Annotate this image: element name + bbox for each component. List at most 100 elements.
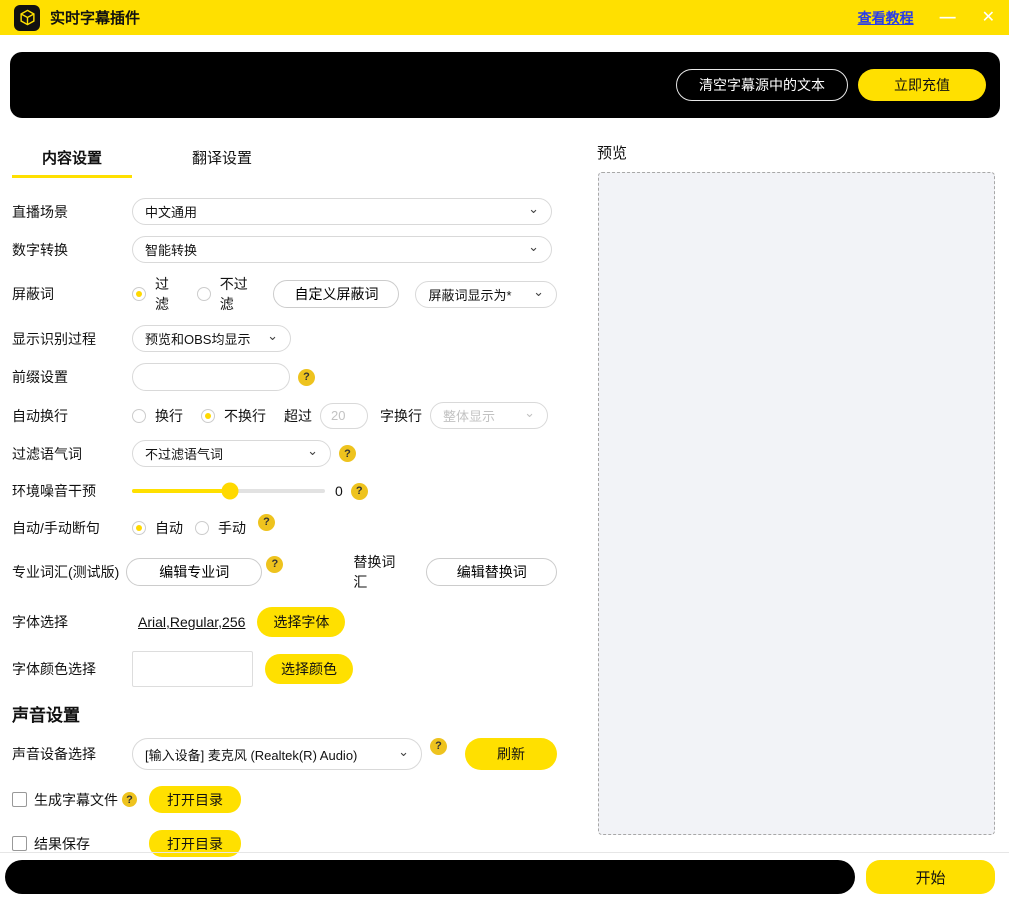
noise-slider-thumb[interactable] <box>222 483 239 500</box>
number-convert-label: 数字转换 <box>12 240 132 260</box>
font-color-label: 字体颜色选择 <box>12 659 132 679</box>
help-icon[interactable]: ? <box>430 738 447 755</box>
custom-blocked-words-button[interactable]: 自定义屏蔽词 <box>273 280 399 308</box>
wrap-suffix-text: 字换行 <box>380 406 422 426</box>
row-live-scene: 直播场景 中文通用 ⌄ <box>12 198 557 225</box>
blocked-words-nofilter-radio[interactable] <box>197 287 211 301</box>
footer-divider <box>0 852 1009 853</box>
chevron-down-icon: ⌄ <box>398 745 409 758</box>
wrap-label: 换行 <box>155 406 183 426</box>
refresh-button[interactable]: 刷新 <box>465 738 557 770</box>
blocked-words-nofilter-label: 不过滤 <box>220 274 256 314</box>
noise-slider[interactable] <box>132 489 325 493</box>
blocked-words-label: 屏蔽词 <box>12 284 132 304</box>
no-wrap-radio[interactable] <box>201 409 215 423</box>
open-subtitle-dir-button[interactable]: 打开目录 <box>149 786 241 813</box>
edit-pro-words-button[interactable]: 编辑专业词 <box>126 558 262 586</box>
result-save-label: 结果保存 <box>34 834 90 854</box>
replace-words-label: 替换词汇 <box>353 552 408 592</box>
prefix-input[interactable] <box>132 363 290 391</box>
result-save-checkbox[interactable] <box>12 836 27 851</box>
blocked-words-filter-radio[interactable] <box>132 287 146 301</box>
row-number-convert: 数字转换 智能转换 ⌄ <box>12 236 557 263</box>
live-scene-label: 直播场景 <box>12 202 132 222</box>
help-icon[interactable]: ? <box>339 445 356 462</box>
noise-slider-fill <box>132 489 230 493</box>
preview-area <box>598 172 995 835</box>
choose-color-button[interactable]: 选择颜色 <box>265 654 353 684</box>
app-title: 实时字幕插件 <box>50 7 140 28</box>
sentence-mode-label: 自动/手动断句 <box>12 518 132 538</box>
filter-modal-select[interactable]: 不过滤语气词 ⌄ <box>132 440 331 467</box>
font-label: 字体选择 <box>12 612 132 632</box>
close-icon[interactable]: ✕ <box>982 10 995 26</box>
chevron-down-icon: ⌄ <box>528 240 539 253</box>
show-process-select[interactable]: 预览和OBS均显示 ⌄ <box>132 325 291 352</box>
titlebar: 实时字幕插件 查看教程 — ✕ <box>0 0 1009 35</box>
help-icon[interactable]: ? <box>258 514 275 531</box>
current-font-link[interactable]: Arial,Regular,256 <box>138 614 245 630</box>
tab-content-settings[interactable]: 内容设置 <box>12 141 132 178</box>
display-mode-select[interactable]: 整体显示 ⌄ <box>430 402 548 429</box>
chevron-down-icon: ⌄ <box>267 329 278 342</box>
settings-tabs: 内容设置 翻译设置 <box>12 141 557 178</box>
row-sound-device: 声音设备选择 [输入设备] 麦克风 (Realtek(R) Audio) ⌄ ?… <box>12 738 557 770</box>
status-bar <box>5 860 855 894</box>
wrap-count-input[interactable] <box>320 403 368 429</box>
active-tab-underline <box>12 175 132 178</box>
manual-sentence-radio[interactable] <box>195 521 209 535</box>
settings-panel: 内容设置 翻译设置 直播场景 中文通用 ⌄ 数字转换 智能转换 ⌄ 屏蔽词 过滤… <box>12 141 557 874</box>
row-prefix: 前缀设置 ? <box>12 363 557 391</box>
show-process-label: 显示识别过程 <box>12 329 132 349</box>
live-scene-select[interactable]: 中文通用 ⌄ <box>132 198 552 225</box>
help-icon[interactable]: ? <box>351 483 368 500</box>
preview-title: 预览 <box>597 142 627 163</box>
sound-device-label: 声音设备选择 <box>12 744 132 764</box>
chevron-down-icon: ⌄ <box>528 202 539 215</box>
pro-words-label: 专业词汇(测试版) <box>12 562 126 582</box>
row-subtitle-file: 生成字幕文件 ? 打开目录 <box>12 786 557 813</box>
subtitle-file-label: 生成字幕文件 <box>34 790 118 810</box>
no-wrap-label: 不换行 <box>224 406 266 426</box>
edit-replace-words-button[interactable]: 编辑替换词 <box>426 558 557 586</box>
sound-settings-title: 声音设置 <box>12 701 557 726</box>
chevron-down-icon: ⌄ <box>307 444 318 457</box>
sound-device-select[interactable]: [输入设备] 麦克风 (Realtek(R) Audio) ⌄ <box>132 738 422 770</box>
auto-wrap-label: 自动换行 <box>12 406 132 426</box>
filter-modal-label: 过滤语气词 <box>12 444 132 464</box>
choose-font-button[interactable]: 选择字体 <box>257 607 345 637</box>
row-noise: 环境噪音干预 0 ? <box>12 478 557 504</box>
app-logo-icon <box>14 5 40 31</box>
auto-sentence-radio[interactable] <box>132 521 146 535</box>
auto-sentence-label: 自动 <box>155 518 183 538</box>
help-icon[interactable]: ? <box>266 556 283 573</box>
blocked-words-filter-label: 过滤 <box>155 274 179 314</box>
row-blocked-words: 屏蔽词 过滤 不过滤 自定义屏蔽词 屏蔽词显示为* ⌄ <box>12 274 557 314</box>
number-convert-select[interactable]: 智能转换 ⌄ <box>132 236 552 263</box>
font-color-input[interactable] <box>132 651 253 687</box>
help-icon[interactable]: ? <box>122 792 137 807</box>
row-font-color: 字体颜色选择 选择颜色 <box>12 651 557 687</box>
help-icon[interactable]: ? <box>298 369 315 386</box>
clear-subtitle-source-button[interactable]: 清空字幕源中的文本 <box>676 69 848 101</box>
row-show-process: 显示识别过程 预览和OBS均显示 ⌄ <box>12 325 557 352</box>
row-font: 字体选择 Arial,Regular,256 选择字体 <box>12 607 557 637</box>
top-banner: 清空字幕源中的文本 立即充值 <box>10 52 1000 118</box>
tab-translate-settings[interactable]: 翻译设置 <box>162 141 282 178</box>
tutorial-link[interactable]: 查看教程 <box>858 8 914 28</box>
prefix-label: 前缀设置 <box>12 367 132 387</box>
noise-label: 环境噪音干预 <box>12 481 132 501</box>
exceed-text: 超过 <box>284 406 312 426</box>
chevron-down-icon: ⌄ <box>533 285 544 298</box>
start-button[interactable]: 开始 <box>866 860 995 894</box>
manual-sentence-label: 手动 <box>218 518 246 538</box>
row-pro-words: 专业词汇(测试版) 编辑专业词 ? 替换词汇 编辑替换词 <box>12 552 557 592</box>
minimize-icon[interactable]: — <box>940 10 956 26</box>
subtitle-file-checkbox[interactable] <box>12 792 27 807</box>
row-auto-wrap: 自动换行 换行 不换行 超过 字换行 整体显示 ⌄ <box>12 402 557 429</box>
wrap-radio[interactable] <box>132 409 146 423</box>
blocked-words-display-select[interactable]: 屏蔽词显示为* ⌄ <box>415 281 557 308</box>
recharge-button[interactable]: 立即充值 <box>858 69 986 101</box>
row-sentence-mode: 自动/手动断句 自动 手动 ? <box>12 515 557 541</box>
noise-value: 0 <box>335 483 343 499</box>
